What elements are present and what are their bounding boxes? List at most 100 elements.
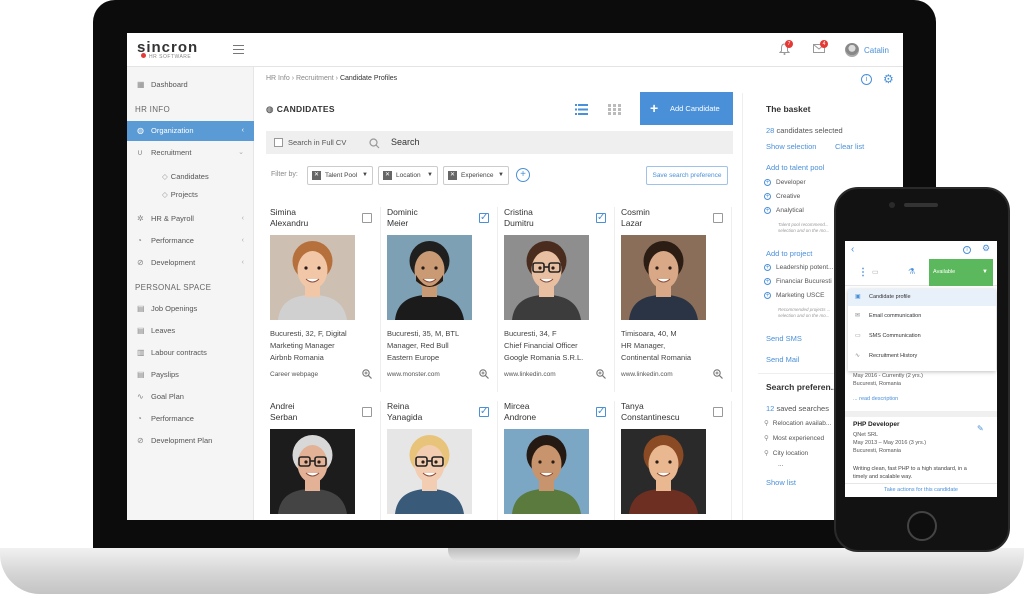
sidebar-item-organization[interactable]: ◍ Organization ‹ [127, 121, 254, 141]
add-to-talent-pool-link[interactable]: Add to talent pool [766, 163, 824, 172]
filter-talent-pool[interactable]: ✕ Talent Pool ▼ [307, 166, 373, 185]
candidate-photo[interactable] [270, 429, 355, 514]
project-option[interactable]: + Marketing USCE [764, 292, 824, 299]
talent-pool-option[interactable]: + Developer [764, 179, 806, 186]
candidate-card[interactable]: Cosmin Lazar Timisoara, 40, M HR Manager, C… [617, 207, 732, 392]
candidate-name[interactable]: Mircea Androne [504, 401, 594, 423]
menu-item-email[interactable]: ✉ Email communication [848, 308, 996, 325]
back-chevron-icon[interactable]: ‹ [851, 244, 854, 255]
grid-view-icon[interactable] [608, 102, 621, 120]
candidate-select-checkbox[interactable]: ✓ [479, 407, 489, 417]
chat-icon[interactable]: ▭ [872, 268, 879, 276]
candidate-photo[interactable] [621, 235, 706, 320]
candidate-select-checkbox[interactable] [713, 213, 723, 223]
info-icon[interactable]: i [963, 246, 971, 254]
show-list-link[interactable]: Show list [766, 478, 796, 487]
add-to-project-link[interactable]: Add to project [766, 249, 812, 258]
send-sms-link[interactable]: Send SMS [766, 334, 802, 343]
candidate-card[interactable]: Reina Yanagida ✓ [383, 401, 498, 520]
sidebar-subitem-candidates[interactable]: ◇ Candidates [162, 172, 209, 181]
project-option[interactable]: + Leadership potent... [764, 264, 833, 271]
sidebar-item-performance-personal[interactable]: ◔ Performance [127, 409, 254, 429]
breadcrumb-hr-info[interactable]: HR Info [266, 75, 290, 82]
take-actions-button[interactable]: Take actions for this candidate [845, 483, 997, 497]
filter-experience[interactable]: ✕ Experience ▼ [443, 166, 509, 185]
search-input[interactable]: Search [391, 137, 420, 147]
sidebar-item-job-openings[interactable]: ▤ Job Openings [127, 299, 254, 319]
candidate-name[interactable]: Reina Yanagida [387, 401, 477, 423]
edit-pencil-icon[interactable]: ✎ [977, 424, 984, 433]
candidate-photo[interactable] [387, 235, 472, 320]
sidebar-item-labour-contracts[interactable]: ▥ Labour contracts [127, 343, 254, 363]
add-candidate-button[interactable]: + Add Candidate [640, 92, 733, 125]
clear-list-link[interactable]: Clear list [835, 142, 864, 151]
info-icon[interactable]: i [861, 74, 872, 85]
candidate-select-checkbox[interactable]: ✓ [479, 213, 489, 223]
candidate-select-checkbox[interactable] [713, 407, 723, 417]
zoom-in-icon[interactable] [713, 369, 723, 381]
sidebar-item-development[interactable]: ⊘ Development ‹ [127, 253, 254, 273]
save-search-preference-button[interactable]: Save search preference [646, 166, 728, 185]
candidate-select-checkbox[interactable]: ✓ [596, 213, 606, 223]
candidate-photo[interactable] [621, 429, 706, 514]
remove-filter-icon[interactable]: ✕ [448, 171, 457, 180]
sidebar-item-payslips[interactable]: ▤ Payslips [127, 365, 254, 385]
saved-search-item[interactable]: ⚲ City location [764, 449, 808, 457]
sidebar-item-dashboard[interactable]: ▦ Dashboard [127, 75, 254, 95]
settings-gear-icon[interactable]: ⚙ [883, 72, 894, 86]
remove-filter-icon[interactable]: ✕ [383, 171, 392, 180]
filter-location[interactable]: ✕ Location ▼ [378, 166, 438, 185]
candidate-card[interactable]: Cristina Dumitru ✓ Bucuresti, 34, F Chief F… [500, 207, 615, 392]
sidebar-item-performance[interactable]: ◔ Performance ‹ [127, 231, 254, 251]
remove-filter-icon[interactable]: ✕ [312, 171, 321, 180]
talent-pool-option[interactable]: + Creative [764, 193, 800, 200]
candidate-name[interactable]: Dominic Meier [387, 207, 477, 229]
user-avatar[interactable] [845, 43, 859, 57]
sidebar-item-goal-plan[interactable]: ∿ Goal Plan [127, 387, 254, 407]
candidate-name[interactable]: Andrei Serban [270, 401, 360, 423]
phone-home-button[interactable] [907, 511, 937, 541]
zoom-in-icon[interactable] [479, 369, 489, 381]
candidate-select-checkbox[interactable] [362, 407, 372, 417]
candidate-card[interactable]: Andrei Serban [266, 401, 381, 520]
sidebar-item-recruitment[interactable]: ∪ Recruitment ⌄ [127, 143, 254, 163]
candidate-photo[interactable] [504, 235, 589, 320]
zoom-in-icon[interactable] [362, 369, 372, 381]
project-option[interactable]: + Financiar Bucuresti [764, 278, 832, 285]
show-selection-link[interactable]: Show selection [766, 142, 816, 151]
candidate-card[interactable]: Mircea Androne ✓ [500, 401, 615, 520]
settings-gear-icon[interactable]: ⚙ [982, 243, 990, 254]
zoom-in-icon[interactable] [596, 369, 606, 381]
full-cv-checkbox[interactable] [274, 138, 283, 147]
candidate-name[interactable]: Cristina Dumitru [504, 207, 594, 229]
candidate-select-checkbox[interactable] [362, 213, 372, 223]
sidebar-item-hr-payroll[interactable]: ✲ HR & Payroll ‹ [127, 209, 254, 229]
sidebar-subitem-projects[interactable]: ◇ Projects [162, 190, 198, 199]
read-description-link[interactable]: ... read description [853, 396, 898, 402]
candidate-photo[interactable] [504, 429, 589, 514]
candidate-name[interactable]: Tanya Constantinescu [621, 401, 711, 423]
talent-pool-option[interactable]: + Analytical [764, 207, 804, 214]
breadcrumb-recruitment[interactable]: Recruitment [296, 75, 334, 82]
candidate-card[interactable]: Dominic Meier ✓ Bucuresti, 35, M, BTL Manag… [383, 207, 498, 392]
sidebar-item-leaves[interactable]: ▤ Leaves [127, 321, 254, 341]
candidate-card[interactable]: Simina Alexandru Bucuresti, 32, F, Digita… [266, 207, 381, 392]
candidate-photo[interactable] [387, 429, 472, 514]
menu-item-history[interactable]: ∿ Recruitment History [848, 348, 996, 365]
user-name[interactable]: Catalin [864, 46, 889, 55]
send-mail-link[interactable]: Send Mail [766, 355, 799, 364]
flask-icon[interactable]: ⚗ [908, 267, 915, 276]
availability-dropdown[interactable]: Available ▼ [929, 259, 993, 286]
kebab-menu-icon[interactable]: ⋮ [858, 267, 868, 278]
add-filter-button[interactable]: + [516, 168, 530, 182]
candidate-photo[interactable] [270, 235, 355, 320]
saved-search-item[interactable]: ⚲ Relocation availab... [764, 419, 831, 427]
menu-item-candidate-profile[interactable]: ▣ Candidate profile [848, 289, 996, 306]
list-view-icon[interactable] [575, 102, 588, 120]
sidebar-item-development-plan[interactable]: ⊘ Development Plan [127, 431, 254, 451]
saved-search-item[interactable]: ⚲ Most experienced [764, 434, 824, 442]
hamburger-menu-icon[interactable] [233, 45, 244, 54]
menu-item-sms[interactable]: ▭ SMS Communication [848, 328, 996, 345]
candidate-select-checkbox[interactable]: ✓ [596, 407, 606, 417]
candidate-name[interactable]: Simina Alexandru [270, 207, 360, 229]
